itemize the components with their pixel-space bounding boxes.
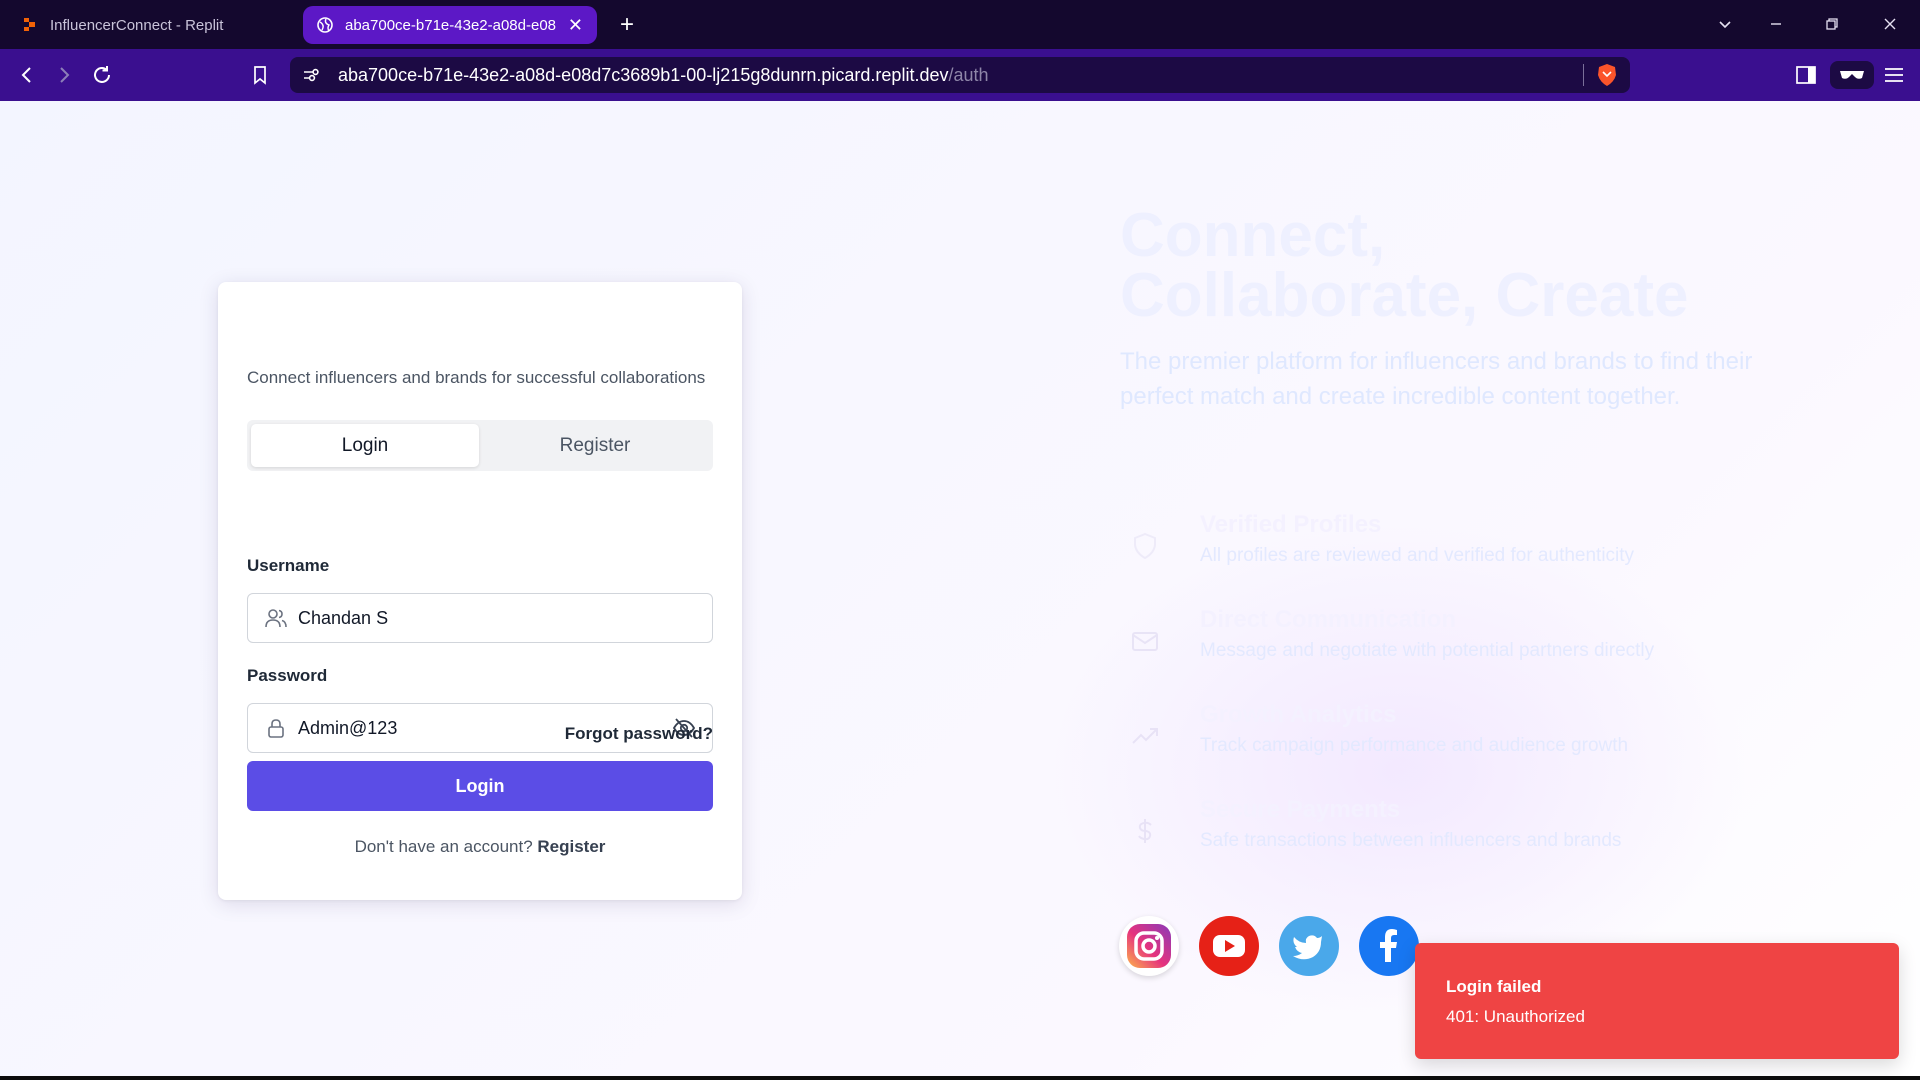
feature-desc: All profiles are reviewed and verified f… (1200, 545, 1635, 566)
feature-title: Growth Analytics (1200, 701, 1397, 728)
forgot-password-link[interactable]: Forgot password? (565, 724, 713, 744)
username-value: Chandan S (298, 607, 389, 628)
instagram-icon[interactable] (1119, 916, 1179, 976)
youtube-icon[interactable] (1199, 916, 1259, 976)
reader-mode-icon[interactable] (1830, 61, 1874, 89)
sidebar-toggle-icon[interactable] (1792, 61, 1820, 89)
feature-communication: Direct Communication Message and negotia… (1120, 606, 1780, 676)
dollar-icon (1138, 819, 1152, 843)
menu-icon[interactable] (1880, 61, 1908, 89)
username-field[interactable]: Chandan S (247, 593, 713, 643)
feature-analytics: Growth Analytics Track campaign performa… (1120, 701, 1780, 771)
brave-shield-icon[interactable] (1596, 63, 1618, 87)
username-label: Username (247, 556, 330, 575)
browser-tabstrip: InfluencerConnect - Replit aba700ce-b71e… (0, 0, 1920, 49)
shield-icon (1134, 532, 1156, 560)
feature-desc: Track campaign performance and audience … (1200, 735, 1629, 756)
replit-icon (24, 18, 35, 31)
auth-tabs: Login Register (247, 420, 713, 471)
trending-icon (1132, 728, 1158, 744)
back-icon[interactable] (13, 61, 41, 89)
feature-title: Secure Payments (1200, 796, 1401, 823)
forward-icon[interactable] (50, 61, 78, 89)
globe-icon (317, 17, 333, 33)
close-window-icon[interactable] (1868, 8, 1912, 40)
new-tab-button[interactable]: + (612, 10, 642, 40)
minimize-icon[interactable] (1754, 8, 1798, 40)
taskbar-edge (0, 1076, 1920, 1080)
toast-message: 401: Unauthorized (1446, 1007, 1585, 1026)
signup-prompt: Don't have an account? Register (218, 837, 742, 857)
page-content: Connect, Collaborate, Create The premier… (0, 101, 1920, 1080)
auth-card: Connect influencers and brands for succe… (218, 282, 742, 900)
tab-title: aba700ce-b71e-43e2-a08d-e08 (345, 16, 557, 34)
facebook-icon[interactable] (1359, 916, 1419, 976)
users-icon (263, 605, 289, 631)
bookmark-icon[interactable] (246, 61, 274, 89)
reload-icon[interactable] (88, 61, 116, 89)
url-path: /auth (948, 64, 989, 85)
feature-title: Verified Profiles (1200, 511, 1382, 538)
hero-title: Connect, Collaborate, Create (1120, 201, 1689, 330)
feature-verified: Verified Profiles All profiles are revie… (1120, 511, 1780, 581)
feature-payments: Secure Payments Safe transactions betwee… (1120, 796, 1780, 866)
url-host: aba700ce-b71e-43e2-a08d-e08d7c3689b1-00-… (338, 64, 949, 85)
tab-register[interactable]: Register (481, 424, 709, 467)
mail-icon (1132, 632, 1158, 651)
password-label: Password (247, 666, 328, 685)
close-tab-icon[interactable]: ✕ (568, 15, 583, 36)
address-divider (1583, 64, 1584, 86)
feature-desc: Message and negotiate with potential par… (1200, 640, 1655, 661)
site-settings-icon[interactable] (302, 66, 320, 84)
lock-icon (263, 715, 289, 741)
login-button[interactable]: Login (247, 761, 713, 811)
address-bar[interactable]: aba700ce-b71e-43e2-a08d-e08d7c3689b1-00-… (290, 57, 1630, 93)
register-link[interactable]: Register (537, 837, 605, 856)
feature-title: Direct Communication (1200, 606, 1457, 633)
browser-tab-app[interactable]: aba700ce-b71e-43e2-a08d-e08 ✕ (303, 6, 597, 44)
error-toast[interactable]: Login failed 401: Unauthorized (1415, 943, 1899, 1059)
hero-subtitle: The premier platform for influencers and… (1120, 348, 1753, 410)
browser-tab-replit[interactable]: InfluencerConnect - Replit (8, 6, 298, 44)
tab-login[interactable]: Login (251, 424, 479, 467)
browser-toolbar: aba700ce-b71e-43e2-a08d-e08d7c3689b1-00-… (0, 49, 1920, 101)
feature-desc: Safe transactions between influencers an… (1200, 830, 1622, 851)
twitter-icon[interactable] (1279, 916, 1339, 976)
restore-icon[interactable] (1810, 8, 1854, 40)
card-subtitle: Connect influencers and brands for succe… (247, 368, 706, 387)
signup-text: Don't have an account? (354, 837, 533, 856)
tab-search-chevron-icon[interactable] (1703, 8, 1747, 40)
toast-title: Login failed (1446, 977, 1542, 996)
tab-title: InfluencerConnect - Replit (50, 16, 224, 34)
